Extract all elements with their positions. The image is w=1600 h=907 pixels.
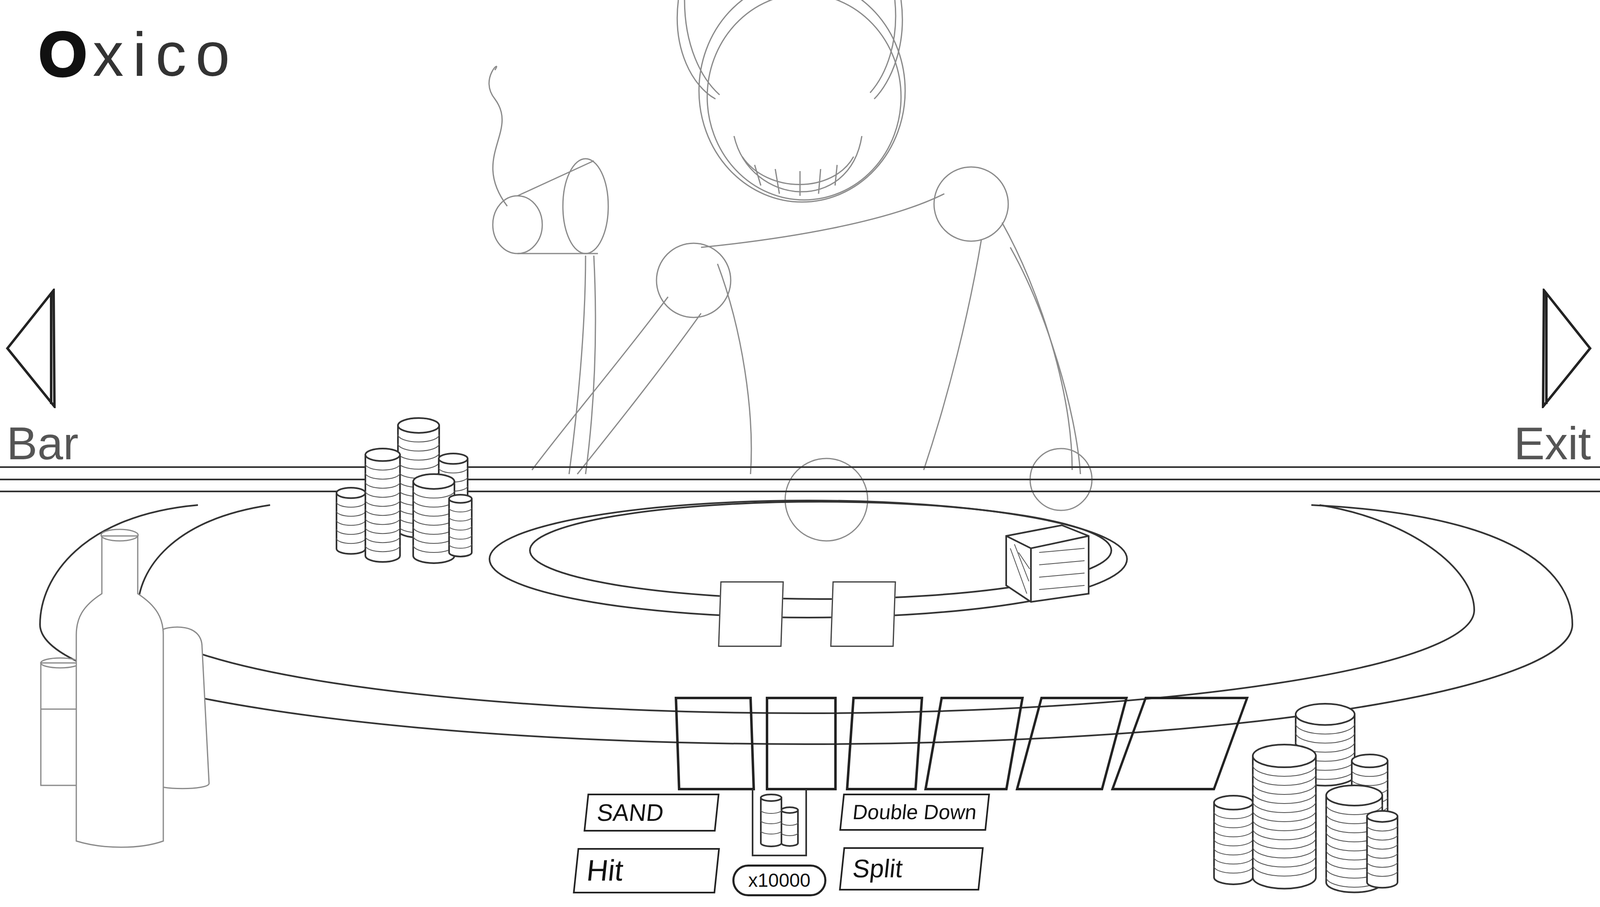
game-logo: Oxico: [38, 20, 239, 89]
action-button[interactable]: SAND: [583, 793, 720, 832]
table-scene: [0, 0, 1600, 907]
action-button[interactable]: Hit: [572, 848, 720, 894]
bet-amount[interactable]: x10000: [732, 864, 827, 897]
table-edge: [0, 467, 1600, 745]
game-screen: Oxico Bar Exit SAND Hit x10000 Double Dow…: [0, 0, 1600, 907]
player-card[interactable]: [1110, 696, 1250, 791]
player-hand: [676, 696, 1232, 791]
dealer-hand: [719, 581, 895, 648]
dealer-figure: [489, 0, 1092, 542]
left-arrow-icon[interactable]: [4, 288, 57, 409]
player-card[interactable]: [765, 696, 837, 791]
right-arrow-icon[interactable]: [1541, 288, 1593, 409]
player-card[interactable]: [845, 696, 924, 791]
action-button[interactable]: Double Down: [839, 793, 991, 831]
action-button[interactable]: Split: [838, 847, 984, 891]
action-panel: SAND Hit x10000 Double Down Split: [552, 793, 1007, 897]
player-card[interactable]: [924, 696, 1024, 791]
dealer-chips-icon: [336, 418, 472, 564]
card-deck-icon: [1006, 525, 1089, 603]
bar-nav[interactable]: Bar: [4, 288, 80, 469]
dealer-card: [717, 581, 784, 648]
player-card[interactable]: [674, 696, 756, 791]
player-card[interactable]: [1015, 696, 1129, 791]
player-chips-icon: [1214, 703, 1398, 893]
nav-label[interactable]: Exit: [1512, 418, 1593, 469]
bottles-icon: [40, 529, 210, 848]
bet-chips-icon: [748, 781, 811, 860]
dealer-card: [830, 581, 897, 648]
exit-nav[interactable]: Exit: [1512, 288, 1593, 469]
nav-label[interactable]: Bar: [4, 418, 80, 469]
